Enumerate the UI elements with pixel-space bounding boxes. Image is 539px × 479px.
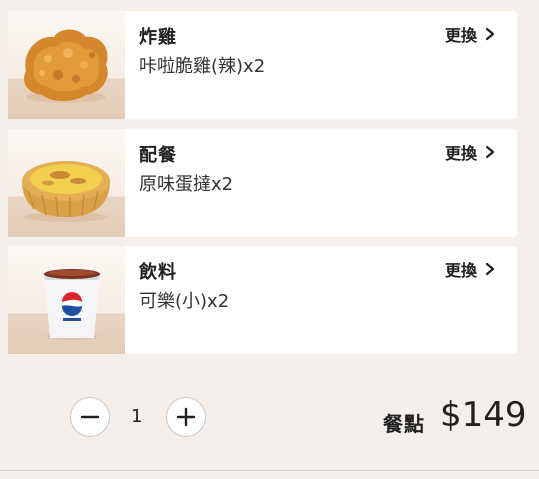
change-button[interactable]: 更換 xyxy=(445,22,495,46)
item-card-chicken: 炸雞 咔啦脆雞(辣)x2 更換 xyxy=(8,11,517,119)
divider xyxy=(0,470,539,471)
increase-button[interactable] xyxy=(166,397,206,437)
change-label: 更換 xyxy=(444,261,477,280)
item-title: 配餐 xyxy=(139,145,177,166)
item-description: 原味蛋撻x2 xyxy=(139,174,234,195)
item-title: 炸雞 xyxy=(139,27,177,48)
chevron-right-icon xyxy=(485,145,495,159)
minus-icon xyxy=(80,415,100,419)
chevron-right-icon xyxy=(485,27,495,41)
item-card-drink: 飲料 可樂(小)x2 更換 xyxy=(8,246,517,354)
price-label: 餐點 xyxy=(383,412,425,436)
chevron-right-icon xyxy=(485,262,495,276)
change-label: 更換 xyxy=(444,26,477,45)
change-button[interactable]: 更換 xyxy=(445,257,495,281)
change-label: 更換 xyxy=(444,144,477,163)
change-button[interactable]: 更換 xyxy=(445,140,495,164)
egg-tart-image xyxy=(8,129,125,237)
price-value: $149 xyxy=(440,395,527,435)
plus-icon xyxy=(176,407,196,427)
item-description: 可樂(小)x2 xyxy=(139,291,230,312)
decrease-button[interactable] xyxy=(70,397,110,437)
item-description: 咔啦脆雞(辣)x2 xyxy=(139,56,266,77)
item-card-side: 配餐 原味蛋撻x2 更換 xyxy=(8,129,517,237)
fried-chicken-image xyxy=(8,11,125,119)
item-title: 飲料 xyxy=(139,262,177,283)
pepsi-cup-image xyxy=(8,246,125,354)
quantity-value: 1 xyxy=(131,406,143,427)
